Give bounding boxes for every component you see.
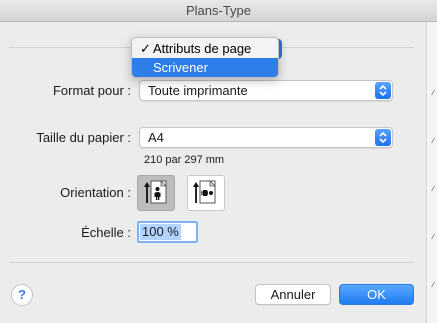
- background-mark: [431, 89, 435, 96]
- format-label: Format pour :: [52, 83, 131, 98]
- background-mark: [431, 233, 435, 240]
- landscape-person-icon: [193, 180, 216, 204]
- format-popup[interactable]: Toute imprimante: [139, 80, 393, 101]
- settings-dropdown-menu: ✓ Attributs de page Scrivener: [131, 37, 279, 78]
- ok-button[interactable]: OK: [339, 284, 414, 305]
- checkmark-icon: ✓: [140, 41, 151, 56]
- question-mark-icon: ?: [18, 287, 26, 302]
- orientation-portrait-button[interactable]: [137, 175, 175, 211]
- background-mark: [431, 185, 435, 192]
- orientation-label: Orientation :: [60, 185, 131, 200]
- menu-item-scrivener[interactable]: Scrivener: [132, 58, 278, 77]
- scale-value: 100 %: [140, 224, 181, 240]
- menu-item-label: Attributs de page: [153, 41, 252, 56]
- menu-item-label: Scrivener: [153, 60, 208, 75]
- background-document-strip: [426, 22, 437, 323]
- menu-item-attributs-de-page[interactable]: ✓ Attributs de page: [132, 39, 278, 58]
- help-button[interactable]: ?: [11, 284, 33, 306]
- paper-dimensions: 210 par 297 mm: [144, 154, 225, 166]
- title-bar: Plans-Type: [0, 0, 437, 22]
- scale-label: Échelle :: [81, 225, 131, 240]
- background-mark: [431, 281, 435, 288]
- scale-input[interactable]: 100 %: [137, 221, 198, 243]
- paper-size-popup[interactable]: A4: [139, 127, 393, 148]
- page-setup-window: Plans-Type Format pour : Toute imprimant…: [0, 0, 437, 323]
- paper-size-label: Taille du papier :: [36, 130, 131, 145]
- paper-size-value: A4: [148, 130, 164, 145]
- orientation-landscape-button[interactable]: [187, 175, 225, 211]
- portrait-person-icon: [144, 180, 167, 204]
- bottom-separator: [9, 262, 414, 263]
- format-value: Toute imprimante: [148, 83, 248, 98]
- up-down-chevron-icon: [375, 82, 391, 99]
- window-title: Plans-Type: [185, 3, 252, 18]
- cancel-button[interactable]: Annuler: [255, 284, 331, 305]
- background-mark: [431, 137, 435, 144]
- up-down-chevron-icon: [375, 129, 391, 146]
